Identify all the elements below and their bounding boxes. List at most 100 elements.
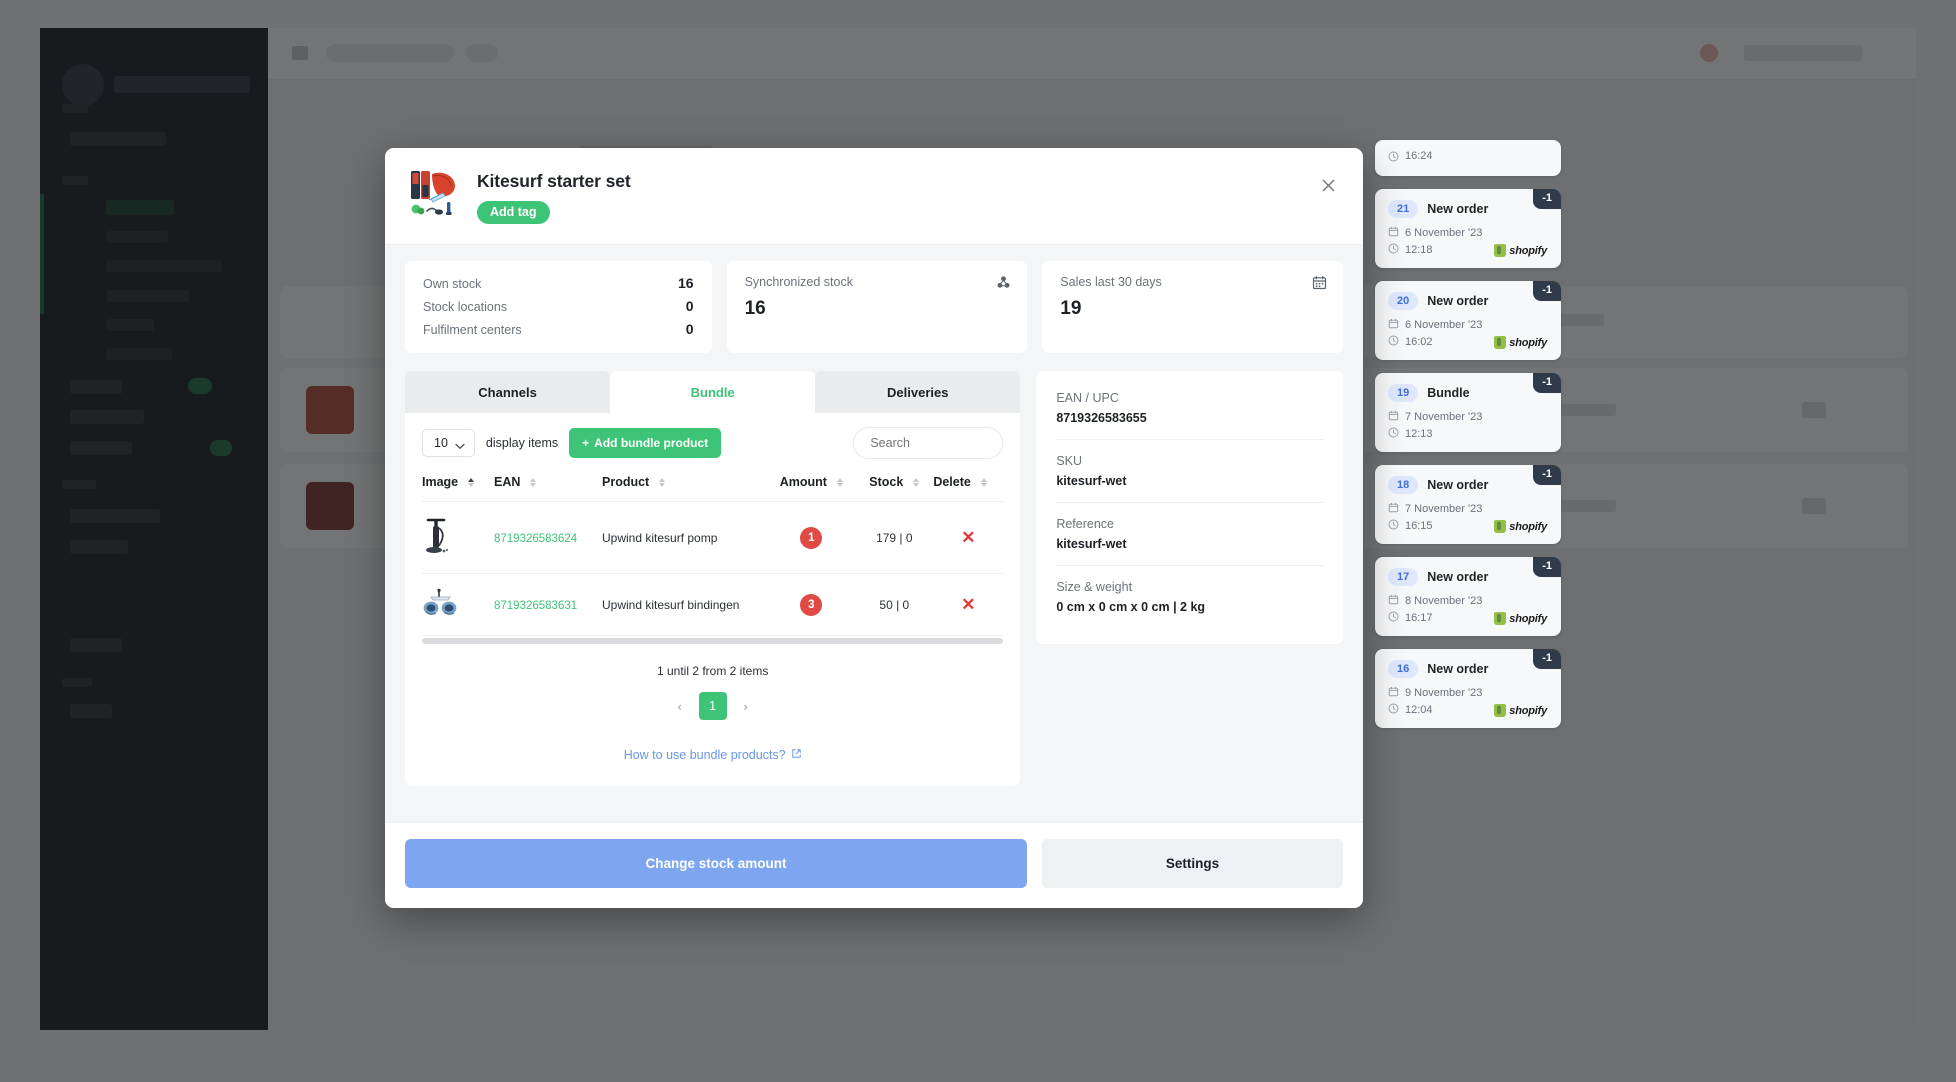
column-header-ean[interactable]: EAN xyxy=(494,475,602,502)
column-header-amount[interactable]: Amount xyxy=(767,475,856,502)
chevron-down-icon xyxy=(455,439,465,453)
activity-date-row: 9 November '23 xyxy=(1388,686,1549,700)
activity-card-body: 7 November '23 12:13 xyxy=(1388,410,1549,441)
modal-header: Kitesurf starter set Add tag xyxy=(385,148,1363,245)
cell-product: Upwind kitesurf bindingen xyxy=(602,573,768,636)
modal-footer: Change stock amount Settings xyxy=(385,822,1363,908)
info-item: Reference kitesurf-wet xyxy=(1056,503,1323,566)
add-bundle-product-button[interactable]: + Add bundle product xyxy=(569,428,722,458)
own-stock-card: Own stock 16 Stock locations 0 Fulfilmen… xyxy=(405,261,712,353)
shopify-label: shopify xyxy=(1509,704,1547,717)
tab-bundle[interactable]: Bundle xyxy=(610,371,816,413)
activity-card[interactable]: -1 20 New order 6 November '23 16:02 shopify xyxy=(1375,281,1561,360)
tab-bar: Channels Bundle Deliveries xyxy=(405,371,1021,413)
activity-time: 12:04 xyxy=(1405,704,1433,716)
add-bundle-product-label: Add bundle product xyxy=(594,436,709,450)
activity-card-body: 7 November '23 16:15 shopify xyxy=(1388,502,1549,533)
activity-date: 6 November '23 xyxy=(1405,319,1483,331)
calendar-icon xyxy=(1312,275,1327,295)
activity-time: 16:15 xyxy=(1405,520,1433,532)
activity-date: 7 November '23 xyxy=(1405,503,1483,515)
modal-header-texts: Kitesurf starter set Add tag xyxy=(477,169,631,224)
bundle-toolbar: 10 display items + Add bundle product xyxy=(422,427,1004,459)
ean-link[interactable]: 8719326583631 xyxy=(494,600,577,612)
activity-card[interactable]: -1 18 New order 7 November '23 16:15 shopify xyxy=(1375,465,1561,544)
activity-date: 6 November '23 xyxy=(1405,227,1483,239)
stat-value: 0 xyxy=(685,321,694,337)
tab-deliveries[interactable]: Deliveries xyxy=(815,371,1021,413)
delete-x-icon[interactable]: ✕ xyxy=(961,595,975,614)
activity-time-row: 12:13 xyxy=(1388,427,1549,441)
info-item: EAN / UPC 8719326583655 xyxy=(1056,377,1323,440)
synchronized-stock-label: Synchronized stock xyxy=(744,275,853,289)
column-label: Amount xyxy=(779,475,827,489)
clock-icon xyxy=(1388,519,1399,533)
activity-date: 7 November '23 xyxy=(1405,411,1483,423)
amount-badge[interactable]: 1 xyxy=(800,526,823,549)
tab-channels[interactable]: Channels xyxy=(405,371,611,413)
activity-card[interactable]: -1 19 Bundle 7 November '23 12:13 xyxy=(1375,373,1561,452)
kitesurf-pump-image xyxy=(422,518,452,559)
shopify-logo: shopify xyxy=(1494,520,1547,533)
table-row[interactable]: 8719326583631 Upwind kitesurf bindingen 3 5… xyxy=(422,573,1004,636)
activity-date: 8 November '23 xyxy=(1405,595,1483,607)
activity-number: 21 xyxy=(1388,200,1419,218)
how-to-use-bundle-products-link[interactable]: How to use bundle products? xyxy=(624,748,802,762)
amount-badge[interactable]: 3 xyxy=(800,593,823,616)
result-count: 1 until 2 from 2 items xyxy=(656,664,769,678)
activity-time-row: 16:24 xyxy=(1388,150,1549,162)
pagination-next[interactable]: › xyxy=(735,695,757,717)
clock-icon xyxy=(1388,150,1399,162)
clock-icon xyxy=(1388,243,1399,257)
pagination-prev[interactable]: ‹ xyxy=(669,695,691,717)
sales-value: 19 xyxy=(1060,298,1082,319)
bundle-table-head: Image EAN Product Amount Stock Delete xyxy=(422,475,1004,502)
settings-button[interactable]: Settings xyxy=(1042,839,1343,888)
horizontal-scrollbar[interactable] xyxy=(422,638,1004,644)
info-key: Reference xyxy=(1056,517,1115,531)
stat-label: Stock locations xyxy=(423,300,508,314)
delete-x-icon[interactable]: ✕ xyxy=(961,528,975,547)
shopify-label: shopify xyxy=(1509,520,1547,533)
shopify-logo: shopify xyxy=(1494,244,1547,257)
activity-card[interactable]: -1 16 New order 9 November '23 12:04 shopify xyxy=(1375,649,1561,728)
stats-row: Own stock 16 Stock locations 0 Fulfilmen… xyxy=(405,261,1343,353)
table-row[interactable]: 8719326583624 Upwind kitesurf pomp 1 179 | … xyxy=(422,501,1004,574)
activity-number: 16 xyxy=(1388,660,1419,678)
info-value: 0 cm x 0 cm x 0 cm | 2 kg xyxy=(1056,600,1206,614)
activity-time: 16:02 xyxy=(1405,336,1433,348)
stock-delta-badge: -1 xyxy=(1533,557,1561,577)
column-header-image[interactable]: Image xyxy=(422,475,494,502)
activity-card-body: 6 November '23 16:02 shopify xyxy=(1388,318,1549,349)
sort-icon xyxy=(530,477,537,487)
calendar-icon xyxy=(1388,410,1399,424)
activity-card-header: 16 New order xyxy=(1388,660,1549,678)
activity-number: 18 xyxy=(1388,476,1419,494)
close-button[interactable] xyxy=(1315,172,1341,198)
search-input[interactable] xyxy=(853,427,1004,459)
sales-label: Sales last 30 days xyxy=(1060,275,1162,289)
info-column: EAN / UPC 8719326583655 SKU kitesurf-wet Ref… xyxy=(1036,371,1343,644)
activity-card[interactable]: -1 21 New order 6 November '23 12:18 shopify xyxy=(1375,189,1561,268)
help-link-wrap: How to use bundle products? xyxy=(422,746,1003,764)
activity-number: 17 xyxy=(1388,568,1419,586)
help-link-label: How to use bundle products? xyxy=(623,748,786,762)
column-header-stock[interactable]: Stock xyxy=(855,475,934,502)
pagination-page-1[interactable]: 1 xyxy=(698,692,727,720)
activity-card-partial[interactable]: 16:24 xyxy=(1375,140,1561,176)
column-header-product[interactable]: Product xyxy=(602,475,768,502)
page-size-select[interactable]: 10 xyxy=(422,429,475,457)
column-label: Delete xyxy=(933,475,971,489)
clock-icon xyxy=(1388,335,1399,349)
info-key: SKU xyxy=(1056,454,1083,468)
info-value: 8719326583655 xyxy=(1056,411,1147,425)
cell-amount: 3 xyxy=(767,573,856,636)
activity-time: 16:24 xyxy=(1405,150,1433,162)
cell-product: Upwind kitesurf pomp xyxy=(602,501,768,574)
activity-card[interactable]: -1 17 New order 8 November '23 16:17 shopify xyxy=(1375,557,1561,636)
ean-link[interactable]: 8719326583624 xyxy=(494,533,577,545)
add-tag-button[interactable]: Add tag xyxy=(477,201,550,224)
change-stock-amount-button[interactable]: Change stock amount xyxy=(405,839,1027,888)
column-header-delete[interactable]: Delete xyxy=(933,475,1004,502)
cell-delete: ✕ xyxy=(933,573,1004,636)
